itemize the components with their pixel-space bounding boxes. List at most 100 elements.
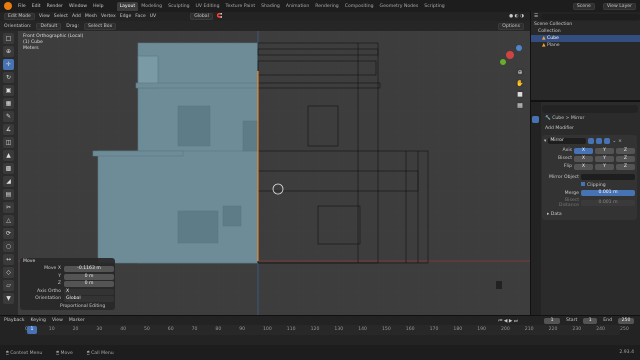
inset-tool-icon[interactable]: ▩	[3, 163, 14, 174]
grid-view-icon[interactable]: ▦	[516, 101, 524, 109]
outliner-item-scene-collection[interactable]: Scene Collection	[531, 21, 640, 28]
current-frame-field[interactable]: 1	[544, 317, 561, 324]
tab-rendering[interactable]: Rendering	[312, 2, 341, 11]
viewport-toggle-icon[interactable]	[596, 138, 603, 144]
measure-tool-icon[interactable]: ∡	[3, 124, 14, 135]
options-dropdown[interactable]: Options	[498, 22, 524, 30]
playback-controls-icon[interactable]: ⏮ ◀ ▶ ⏭	[498, 318, 518, 324]
bisect-distance-field[interactable]: 0.001 m	[581, 200, 635, 206]
timeline-menu-view[interactable]: View	[52, 318, 63, 323]
move-x-field[interactable]: -0.1163 m	[64, 266, 114, 272]
axis-z-toggle[interactable]: Z	[616, 148, 635, 154]
shrink-fatten-tool-icon[interactable]: ◇	[3, 267, 14, 278]
move-y-field[interactable]: 0 m	[64, 273, 114, 280]
end-frame-field[interactable]: 250	[618, 317, 634, 324]
playhead[interactable]: 1	[27, 326, 37, 334]
menu-help[interactable]: Help	[90, 4, 106, 9]
pan-hand-icon[interactable]: ✋	[516, 79, 524, 87]
clipping-checkbox[interactable]: Clipping	[581, 182, 635, 188]
camera-object-icon[interactable]	[496, 281, 502, 289]
timeline-menu-playback[interactable]: Playback	[4, 318, 25, 323]
scale-tool-icon[interactable]: ▣	[3, 85, 14, 96]
header-menu-vertex[interactable]: Vertex	[101, 14, 116, 19]
header-menu-uv[interactable]: UV	[150, 14, 157, 19]
tab-geometry-nodes[interactable]: Geometry Nodes	[377, 2, 422, 11]
edit-mode-toggle-icon[interactable]	[588, 138, 595, 144]
modifier-wrench-icon[interactable]	[532, 116, 539, 123]
gizmo-z-icon[interactable]	[516, 45, 522, 51]
tab-scripting[interactable]: Scripting	[421, 2, 447, 11]
move-tool-icon[interactable]: ✛	[3, 59, 14, 70]
orientation-dropdown[interactable]: Default	[36, 22, 62, 30]
header-menu-add[interactable]: Add	[72, 14, 81, 19]
header-menu-mesh[interactable]: Mesh	[85, 14, 97, 19]
orientation-dropdown[interactable]: Global	[64, 296, 114, 302]
move-z-field[interactable]: 0 m	[64, 281, 114, 287]
knife-tool-icon[interactable]: ✂	[3, 202, 14, 213]
bevel-tool-icon[interactable]: ◢	[3, 176, 14, 187]
scene-selector[interactable]: Scene	[572, 2, 595, 10]
header-menu-select[interactable]: Select	[54, 14, 68, 19]
menu-file[interactable]: File	[15, 4, 29, 9]
axis-x-toggle[interactable]: X	[574, 148, 593, 154]
outliner-item-collection[interactable]: Collection	[531, 28, 640, 35]
camera-view-icon[interactable]: ■	[516, 90, 524, 98]
properties-search-input[interactable]	[542, 105, 638, 113]
gizmo-y-icon[interactable]	[500, 59, 506, 65]
data-subpanel[interactable]: ▸ Data	[544, 211, 635, 218]
snap-icon[interactable]: 🧲	[217, 14, 223, 19]
outliner-filter-icon[interactable]: ☰	[534, 14, 538, 19]
tab-shading[interactable]: Shading	[258, 2, 283, 11]
header-menu-face[interactable]: Face	[135, 14, 145, 19]
chevron-down-icon[interactable]: ▾	[544, 139, 546, 144]
tab-modeling[interactable]: Modeling	[138, 2, 165, 11]
render-toggle-icon[interactable]	[604, 138, 611, 144]
select-box-tool-icon[interactable]: □	[3, 33, 14, 44]
merge-field[interactable]: 0.001 m	[581, 190, 635, 196]
close-icon[interactable]: ×	[618, 139, 622, 144]
outliner-item-plane[interactable]: ▲ Plane	[531, 42, 640, 49]
tab-layout[interactable]: Layout	[116, 1, 139, 11]
bisect-x-toggle[interactable]: X	[574, 156, 593, 162]
edge-slide-tool-icon[interactable]: ↔	[3, 254, 14, 265]
mode-dropdown[interactable]: Edit Mode	[4, 13, 35, 20]
blender-logo-icon[interactable]	[4, 2, 12, 10]
axis-ortho-dropdown[interactable]: X	[64, 288, 114, 295]
tab-texture-paint[interactable]: Texture Paint	[223, 2, 259, 11]
smooth-tool-icon[interactable]: ○	[3, 241, 14, 252]
rotate-tool-icon[interactable]: ↻	[3, 72, 14, 83]
tab-uv-editing[interactable]: UV Editing	[193, 2, 223, 11]
menu-render[interactable]: Render	[44, 4, 66, 9]
bisect-z-toggle[interactable]: Z	[616, 156, 635, 162]
navigation-gizmo[interactable]	[495, 40, 525, 70]
shear-tool-icon[interactable]: ▱	[3, 280, 14, 291]
proportional-editing-checkbox[interactable]: Proportional Editing	[20, 303, 115, 310]
flip-y-toggle[interactable]: Y	[595, 164, 614, 170]
poly-build-tool-icon[interactable]: △	[3, 215, 14, 226]
outliner-search-input[interactable]	[541, 13, 640, 20]
header-menu-edge[interactable]: Edge	[120, 14, 132, 19]
menu-edit[interactable]: Edit	[29, 4, 44, 9]
zoom-icon[interactable]: ⊕	[516, 68, 524, 76]
axis-y-toggle[interactable]: Y	[595, 148, 614, 154]
add-modifier-button[interactable]: Add Modifier	[542, 125, 640, 132]
operator-title[interactable]: Move	[20, 258, 115, 265]
view-layer-selector[interactable]: View Layer	[602, 2, 636, 10]
annotate-tool-icon[interactable]: ✎	[3, 111, 14, 122]
extrude-tool-icon[interactable]: ▲	[3, 150, 14, 161]
tab-compositing[interactable]: Compositing	[342, 2, 377, 11]
loop-cut-tool-icon[interactable]: ▤	[3, 189, 14, 200]
transform-tool-icon[interactable]: ▦	[3, 98, 14, 109]
add-cube-tool-icon[interactable]: ◫	[3, 137, 14, 148]
timeline-ruler[interactable]: 0102030405060708090100110120130140150160…	[25, 325, 629, 335]
timeline-menu-keying[interactable]: Keying	[31, 318, 46, 323]
spin-tool-icon[interactable]: ⟳	[3, 228, 14, 239]
modifier-name-field[interactable]: Mirror	[548, 138, 587, 144]
menu-window[interactable]: Window	[66, 4, 90, 9]
shading-icon[interactable]: ● ◐ ◑	[509, 14, 524, 19]
timeline-menu-marker[interactable]: Marker	[69, 318, 85, 323]
rip-tool-icon[interactable]: ▼	[3, 293, 14, 304]
last-operator-panel[interactable]: Move Move X -0.1163 m Y 0 m Z 0 m Axis O…	[20, 258, 115, 310]
gizmo-x-icon[interactable]	[506, 51, 514, 59]
header-menu-view[interactable]: View	[39, 14, 50, 19]
